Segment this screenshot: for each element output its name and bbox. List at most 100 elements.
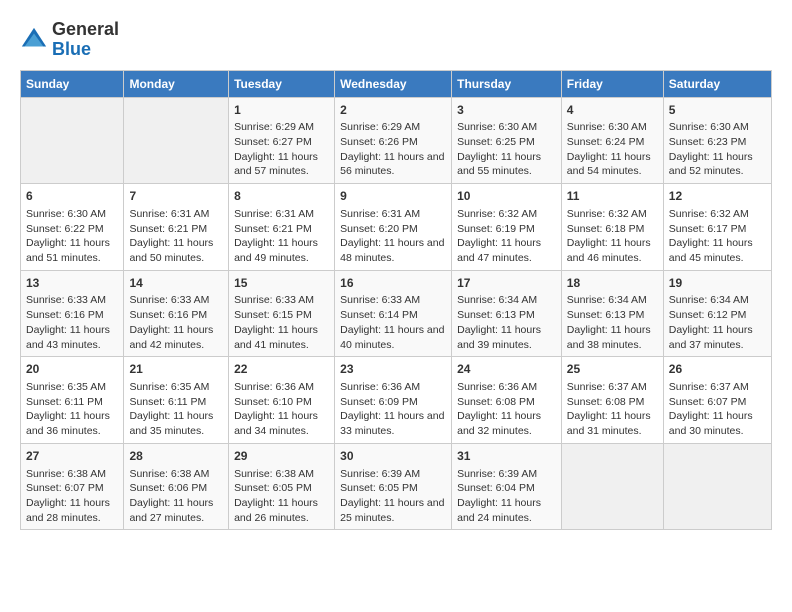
day-info: Daylight: 11 hours and 30 minutes. (669, 409, 766, 438)
day-info: Sunrise: 6:31 AM (234, 207, 329, 222)
calendar-week-row: 27Sunrise: 6:38 AMSunset: 6:07 PMDayligh… (21, 443, 772, 530)
day-header-wednesday: Wednesday (335, 70, 452, 97)
day-info: Daylight: 11 hours and 51 minutes. (26, 236, 118, 265)
calendar-week-row: 6Sunrise: 6:30 AMSunset: 6:22 PMDaylight… (21, 184, 772, 271)
day-header-monday: Monday (124, 70, 229, 97)
day-header-friday: Friday (561, 70, 663, 97)
calendar-cell: 29 Sunrise: 6:38 AMSunset: 6:05 PMDayligh… (229, 443, 335, 530)
day-info: Sunset: 6:25 PM (457, 135, 556, 150)
day-info: Sunrise: 6:36 AM (234, 380, 329, 395)
day-info: Sunset: 6:16 PM (26, 308, 118, 323)
day-info: Sunrise: 6:39 AM (457, 467, 556, 482)
calendar-week-row: 13Sunrise: 6:33 AMSunset: 6:16 PMDayligh… (21, 270, 772, 357)
day-number: 25 (567, 361, 658, 378)
calendar-cell: 10Sunrise: 6:32 AMSunset: 6:19 PMDayligh… (452, 184, 562, 271)
logo-icon (20, 26, 48, 54)
day-info: Sunrise: 6:30 AM (26, 207, 118, 222)
day-info: Sunrise: 6:38 AM (234, 467, 329, 482)
day-info: Sunset: 6:21 PM (234, 222, 329, 237)
day-info: Sunset: 6:13 PM (567, 308, 658, 323)
day-info: Daylight: 11 hours and 41 minutes. (234, 323, 329, 352)
calendar-cell: 23Sunrise: 6:36 AMSunset: 6:09 PMDayligh… (335, 357, 452, 444)
day-info: Sunrise: 6:31 AM (340, 207, 446, 222)
calendar-cell: 17Sunrise: 6:34 AMSunset: 6:13 PMDayligh… (452, 270, 562, 357)
day-header-sunday: Sunday (21, 70, 124, 97)
day-number: 23 (340, 361, 446, 378)
day-info: Daylight: 11 hours and 26 minutes. (234, 496, 329, 525)
day-number: 26 (669, 361, 766, 378)
day-info: Daylight: 11 hours and 45 minutes. (669, 236, 766, 265)
day-header-tuesday: Tuesday (229, 70, 335, 97)
day-info: Sunrise: 6:30 AM (457, 120, 556, 135)
day-number: 30 (340, 448, 446, 465)
day-info: Daylight: 11 hours and 32 minutes. (457, 409, 556, 438)
calendar-cell: 24Sunrise: 6:36 AMSunset: 6:08 PMDayligh… (452, 357, 562, 444)
day-info: Daylight: 11 hours and 31 minutes. (567, 409, 658, 438)
day-info: Sunset: 6:05 PM (340, 481, 446, 496)
day-info: Sunset: 6:12 PM (669, 308, 766, 323)
day-info: Sunrise: 6:30 AM (669, 120, 766, 135)
day-info: Daylight: 11 hours and 56 minutes. (340, 150, 446, 179)
day-info: Sunrise: 6:33 AM (234, 293, 329, 308)
day-number: 29 (234, 448, 329, 465)
day-number: 10 (457, 188, 556, 205)
calendar-cell: 11Sunrise: 6:32 AMSunset: 6:18 PMDayligh… (561, 184, 663, 271)
page-header: General Blue (20, 20, 772, 60)
day-info: Sunrise: 6:33 AM (340, 293, 446, 308)
day-info: Sunrise: 6:38 AM (26, 467, 118, 482)
day-info: Sunrise: 6:30 AM (567, 120, 658, 135)
calendar-cell: 27Sunrise: 6:38 AMSunset: 6:07 PMDayligh… (21, 443, 124, 530)
day-info: Sunrise: 6:33 AM (129, 293, 223, 308)
day-info: Sunset: 6:19 PM (457, 222, 556, 237)
calendar-cell: 8Sunrise: 6:31 AMSunset: 6:21 PMDaylight… (229, 184, 335, 271)
calendar-cell: 16Sunrise: 6:33 AMSunset: 6:14 PMDayligh… (335, 270, 452, 357)
day-number: 31 (457, 448, 556, 465)
calendar-cell: 5Sunrise: 6:30 AMSunset: 6:23 PMDaylight… (663, 97, 771, 184)
day-info: Daylight: 11 hours and 33 minutes. (340, 409, 446, 438)
day-info: Daylight: 11 hours and 25 minutes. (340, 496, 446, 525)
day-info: Daylight: 11 hours and 52 minutes. (669, 150, 766, 179)
day-info: Sunset: 6:27 PM (234, 135, 329, 150)
calendar-cell: 12Sunrise: 6:32 AMSunset: 6:17 PMDayligh… (663, 184, 771, 271)
day-info: Daylight: 11 hours and 57 minutes. (234, 150, 329, 179)
day-info: Sunrise: 6:32 AM (669, 207, 766, 222)
day-number: 9 (340, 188, 446, 205)
day-info: Daylight: 11 hours and 38 minutes. (567, 323, 658, 352)
day-info: Sunset: 6:23 PM (669, 135, 766, 150)
calendar-cell: 9Sunrise: 6:31 AMSunset: 6:20 PMDaylight… (335, 184, 452, 271)
day-info: Sunrise: 6:32 AM (567, 207, 658, 222)
day-info: Sunset: 6:15 PM (234, 308, 329, 323)
day-info: Daylight: 11 hours and 40 minutes. (340, 323, 446, 352)
day-number: 11 (567, 188, 658, 205)
day-info: Sunrise: 6:32 AM (457, 207, 556, 222)
day-info: Sunset: 6:04 PM (457, 481, 556, 496)
day-number: 6 (26, 188, 118, 205)
calendar-header-row: SundayMondayTuesdayWednesdayThursdayFrid… (21, 70, 772, 97)
day-info: Sunset: 6:08 PM (567, 395, 658, 410)
day-info: Sunset: 6:20 PM (340, 222, 446, 237)
day-info: Sunrise: 6:36 AM (457, 380, 556, 395)
calendar-cell: 20Sunrise: 6:35 AMSunset: 6:11 PMDayligh… (21, 357, 124, 444)
day-info: Sunset: 6:13 PM (457, 308, 556, 323)
day-info: Daylight: 11 hours and 36 minutes. (26, 409, 118, 438)
day-info: Sunset: 6:05 PM (234, 481, 329, 496)
day-number: 19 (669, 275, 766, 292)
logo: General Blue (20, 20, 119, 60)
day-number: 28 (129, 448, 223, 465)
day-info: Sunset: 6:11 PM (129, 395, 223, 410)
day-info: Sunrise: 6:29 AM (340, 120, 446, 135)
day-info: Sunset: 6:09 PM (340, 395, 446, 410)
day-info: Sunrise: 6:38 AM (129, 467, 223, 482)
day-info: Sunset: 6:06 PM (129, 481, 223, 496)
day-info: Daylight: 11 hours and 42 minutes. (129, 323, 223, 352)
day-number: 12 (669, 188, 766, 205)
day-number: 21 (129, 361, 223, 378)
logo-text: General Blue (52, 20, 119, 60)
calendar-week-row: 20Sunrise: 6:35 AMSunset: 6:11 PMDayligh… (21, 357, 772, 444)
day-info: Sunset: 6:08 PM (457, 395, 556, 410)
day-info: Daylight: 11 hours and 24 minutes. (457, 496, 556, 525)
day-info: Sunrise: 6:34 AM (567, 293, 658, 308)
day-info: Daylight: 11 hours and 27 minutes. (129, 496, 223, 525)
day-number: 16 (340, 275, 446, 292)
calendar-table: SundayMondayTuesdayWednesdayThursdayFrid… (20, 70, 772, 531)
